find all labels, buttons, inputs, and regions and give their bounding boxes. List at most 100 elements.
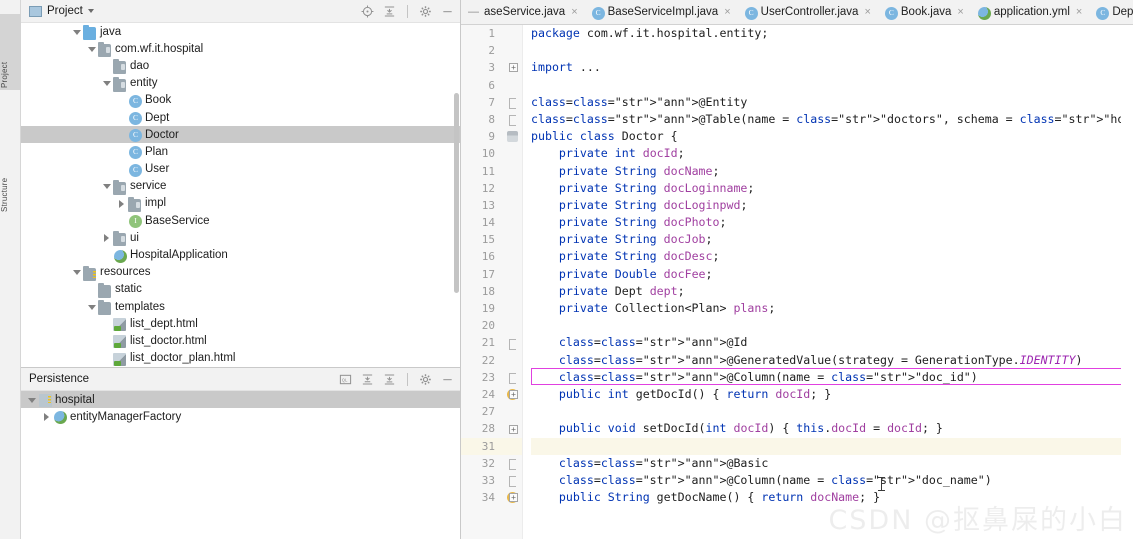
tab-close-icon[interactable]: × — [864, 6, 870, 18]
code-line[interactable]: class=class="str">"ann">@Basic — [531, 455, 1133, 472]
code-line[interactable]: private String docName; — [531, 163, 1133, 180]
tree-down-arrow-icon[interactable] — [72, 27, 82, 37]
locate-icon[interactable] — [361, 5, 374, 18]
expand-all-icon[interactable] — [361, 373, 374, 386]
code-line[interactable]: class=class="str">"ann">@Id — [531, 334, 1133, 351]
code-line[interactable]: private String docLoginpwd; — [531, 197, 1133, 214]
fold-expand-icon[interactable]: + — [509, 493, 518, 503]
code-line[interactable]: private int docId; — [531, 145, 1133, 162]
code-editor[interactable]: 1236789101112131415161718192021222324a27… — [461, 25, 1133, 539]
project-tree-item-row[interactable]: dao — [21, 57, 460, 75]
project-tree-item-row[interactable]: list_doctor_plan.html — [21, 350, 460, 367]
code-line[interactable]: private String docPhoto; — [531, 214, 1133, 231]
code-line[interactable] — [531, 317, 1133, 334]
persistence-tree[interactable]: hospital entityManagerFactory — [21, 390, 460, 539]
project-tree-scrollbar[interactable] — [454, 93, 459, 293]
project-tree-item-row[interactable]: list_dept.html — [21, 315, 460, 332]
project-tree-item-row[interactable]: service — [21, 178, 460, 195]
code-line[interactable]: class=class="str">"ann">@Entity — [531, 94, 1133, 111]
code-line[interactable]: private String docDesc; — [531, 248, 1133, 265]
project-tree-item-row[interactable]: resources — [21, 264, 460, 281]
code-line[interactable]: public class Doctor { — [531, 128, 1133, 145]
fold-expand-icon[interactable]: + — [509, 390, 518, 400]
editor-tab[interactable]: C UserController.java × — [737, 0, 877, 24]
project-tree-item-row[interactable]: templates — [21, 298, 460, 316]
project-tree-item-row[interactable]: C User — [21, 161, 460, 178]
project-tree-item-row[interactable]: HospitalApplication — [21, 246, 460, 263]
code-line[interactable]: package com.wf.it.hospital.entity; — [531, 25, 1133, 42]
fold-region-bracket[interactable] — [509, 476, 516, 488]
tree-right-arrow-icon[interactable] — [117, 198, 127, 208]
project-tree-item-row[interactable]: com.wf.it.hospital — [21, 40, 460, 58]
project-tree-item-row[interactable]: java — [21, 23, 460, 41]
gear-icon[interactable] — [419, 5, 432, 18]
code-content[interactable]: package com.wf.it.hospital.entity; import… — [523, 25, 1133, 539]
minimize-icon[interactable] — [441, 5, 454, 18]
code-folding-column[interactable]: + + + + — [507, 25, 521, 539]
tool-tab-project[interactable]: Project — [0, 14, 21, 90]
tab-close-icon[interactable]: × — [724, 6, 730, 18]
code-line[interactable]: class=class="str">"ann">@GeneratedValue(… — [531, 352, 1133, 369]
project-tree-item-row[interactable]: list_doctor.html — [21, 332, 460, 349]
project-tree[interactable]: java com.wf.it.hospital dao entity C Book C Dep… — [21, 22, 460, 367]
gear-icon[interactable] — [419, 373, 432, 386]
collapse-all-icon[interactable] — [383, 373, 396, 386]
chevron-down-icon[interactable] — [87, 9, 94, 13]
editor-tab-bar[interactable]: — aseService.java × C BaseServiceImpl.java × C… — [461, 0, 1133, 25]
code-line[interactable]: public void setDocId(int docId) { this.d… — [531, 420, 1133, 437]
editor-tab[interactable]: — aseService.java × — [461, 0, 584, 24]
tree-down-arrow-icon[interactable] — [102, 78, 112, 88]
code-line[interactable]: public String getDocName() { return docN… — [531, 489, 1133, 506]
tree-down-arrow-icon[interactable] — [87, 44, 97, 54]
project-tree-item-row[interactable]: C Book — [21, 92, 460, 109]
tab-close-icon[interactable]: × — [1076, 6, 1082, 18]
persistence-tree-item-row[interactable]: entityManagerFactory — [21, 408, 460, 425]
tree-down-arrow-icon[interactable] — [87, 302, 97, 312]
code-line[interactable]: private Dept dept; — [531, 283, 1133, 300]
code-line[interactable] — [531, 403, 1133, 420]
project-tree-item-row[interactable]: ui — [21, 229, 460, 247]
fold-expand-icon[interactable]: + — [509, 424, 518, 434]
project-tree-item-row[interactable]: C Plan — [21, 143, 460, 160]
code-line[interactable]: class=class="str">"ann">@Column(name = c… — [531, 472, 1133, 489]
code-line[interactable] — [531, 42, 1133, 59]
editor-tab[interactable]: C Book.java × — [877, 0, 970, 24]
project-tree-item-row[interactable]: static — [21, 281, 460, 298]
code-line[interactable] — [531, 77, 1133, 94]
code-line[interactable]: private String docLoginname; — [531, 180, 1133, 197]
minimize-icon[interactable] — [441, 373, 454, 386]
project-tree-item-row[interactable]: I BaseService — [21, 212, 460, 229]
code-line[interactable]: import ... — [531, 59, 1133, 76]
persistence-tree-item-row[interactable]: hospital — [21, 391, 460, 409]
code-line[interactable]: private String docJob; — [531, 231, 1133, 248]
fold-region-bracket[interactable] — [509, 373, 516, 385]
editor-tab[interactable]: C BaseServiceImpl.java × — [584, 0, 737, 24]
editor-tab[interactable]: application.yml × — [970, 0, 1089, 24]
tree-right-arrow-icon[interactable] — [42, 412, 52, 422]
collapse-all-icon[interactable] — [383, 5, 396, 18]
project-tree-item-row[interactable]: entity — [21, 75, 460, 92]
tree-down-arrow-icon[interactable] — [72, 267, 82, 277]
code-line[interactable]: private Collection<Plan> plans; — [531, 300, 1133, 317]
fold-expand-icon[interactable]: + — [509, 63, 518, 73]
fold-region-bracket[interactable] — [509, 97, 516, 109]
fold-region-bracket[interactable] — [509, 459, 516, 471]
tool-tab-structure[interactable]: Structure — [0, 128, 21, 214]
project-tree-item-row[interactable]: impl — [21, 195, 460, 212]
tab-close-icon[interactable]: × — [957, 6, 963, 18]
tree-right-arrow-icon[interactable] — [102, 233, 112, 243]
tab-close-icon[interactable]: × — [571, 6, 577, 18]
code-line[interactable] — [531, 437, 1133, 455]
code-line[interactable]: public int getDocId() { return docId; } — [531, 386, 1133, 403]
tree-down-arrow-icon[interactable] — [27, 395, 37, 405]
project-tree-item-row[interactable]: C Dept — [21, 109, 460, 126]
tree-down-arrow-icon[interactable] — [102, 181, 112, 191]
code-line[interactable]: class=class="str">"ann">@Column(name = c… — [531, 369, 1133, 386]
code-line[interactable]: class=class="str">"ann">@Table(name = cl… — [531, 111, 1133, 128]
console-icon[interactable]: QL — [339, 373, 352, 386]
fold-region-bracket[interactable] — [509, 115, 516, 127]
project-tree-item-row[interactable]: C Doctor — [21, 126, 460, 144]
editor-tab[interactable]: CDept.java× — [1088, 0, 1133, 24]
fold-region-bracket[interactable] — [509, 338, 516, 350]
code-line[interactable]: private Double docFee; — [531, 266, 1133, 283]
